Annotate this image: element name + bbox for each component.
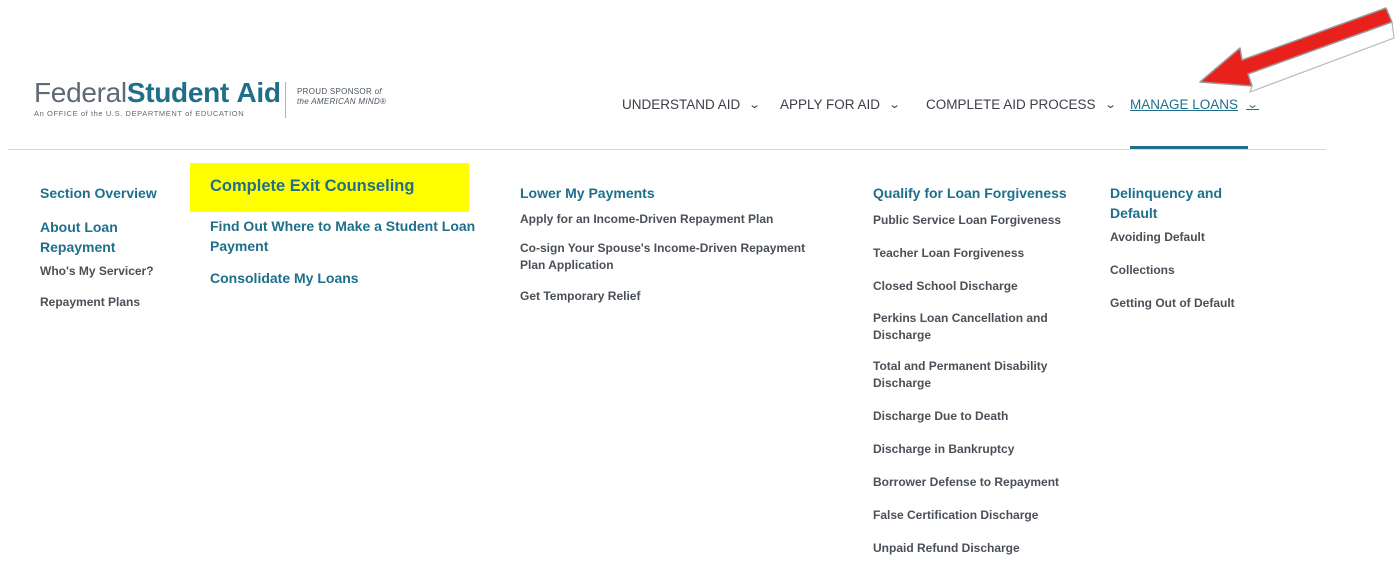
cosign-line2: Plan Application xyxy=(520,258,614,272)
menu-find-where-to-pay[interactable]: Find Out Where to Make a Student Loan Pa… xyxy=(210,216,475,256)
nav-complete-aid-process[interactable]: COMPLETE AID PROCESS ⌄ xyxy=(926,94,1117,114)
tpd-line1: Total and Permanent Disability xyxy=(873,359,1048,373)
payment-line1: Find Out Where to Make a Student Loan xyxy=(210,218,476,234)
sponsor-text: PROUD SPONSOR of the AMERICAN MIND® xyxy=(297,87,386,107)
delinquency-line2: Default xyxy=(1110,205,1158,221)
about-line1: About Loan xyxy=(40,219,118,235)
menu-bankruptcy[interactable]: Discharge in Bankruptcy xyxy=(873,441,1067,458)
menu-col-default: Delinquency and Default Avoiding Default… xyxy=(1110,183,1235,312)
nav-understand-aid[interactable]: UNDERSTAND AID ⌄ xyxy=(622,94,762,114)
logo-wordmark: FederalStudent Aid xyxy=(34,78,281,108)
sponsor-of: of xyxy=(374,87,382,96)
menu-unpaid-refund[interactable]: Unpaid Refund Discharge xyxy=(873,540,1067,557)
menu-whos-my-servicer[interactable]: Who's My Servicer? xyxy=(40,263,157,280)
menu-death-discharge[interactable]: Discharge Due to Death xyxy=(873,408,1067,425)
menu-complete-exit-counseling[interactable]: Complete Exit Counseling xyxy=(210,176,475,196)
menu-getting-out-of-default[interactable]: Getting Out of Default xyxy=(1110,295,1235,312)
logo-aid: Aid xyxy=(236,77,281,108)
sponsor-line2: the AMERICAN MIND® xyxy=(297,97,387,106)
menu-section-overview[interactable]: Section Overview xyxy=(40,183,157,203)
menu-tpd[interactable]: Total and Permanent Disability Discharge xyxy=(873,358,1067,392)
menu-cosign-spouse-idr[interactable]: Co-sign Your Spouse's Income-Driven Repa… xyxy=(520,240,805,274)
menu-perkins[interactable]: Perkins Loan Cancellation and Discharge xyxy=(873,310,1067,344)
perkins-line1: Perkins Loan Cancellation and xyxy=(873,311,1048,325)
menu-col-overview: Section Overview About Loan Repayment Wh… xyxy=(40,183,157,311)
menu-consolidate-loans[interactable]: Consolidate My Loans xyxy=(210,268,475,288)
menu-lower-my-payments[interactable]: Lower My Payments xyxy=(520,183,805,203)
header-divider xyxy=(8,149,1326,150)
menu-false-certification[interactable]: False Certification Discharge xyxy=(873,507,1067,524)
about-line2: Repayment xyxy=(40,239,116,255)
menu-collections[interactable]: Collections xyxy=(1110,262,1235,279)
menu-col-payments: Lower My Payments Apply for an Income-Dr… xyxy=(520,183,805,305)
menu-about-loan-repayment[interactable]: About Loan Repayment xyxy=(40,217,157,257)
sponsor-line1: PROUD SPONSOR xyxy=(297,87,373,96)
nav-apply-label: APPLY FOR AID xyxy=(780,96,881,112)
fsa-logo[interactable]: FederalStudent Aid An OFFICE of the U.S.… xyxy=(34,78,281,119)
menu-avoiding-default[interactable]: Avoiding Default xyxy=(1110,229,1235,246)
menu-borrower-defense[interactable]: Borrower Defense to Repayment xyxy=(873,474,1067,491)
chevron-down-icon: ⌄ xyxy=(748,98,762,111)
menu-col-forgiveness: Qualify for Loan Forgiveness Public Serv… xyxy=(873,183,1067,557)
nav-apply-for-aid[interactable]: APPLY FOR AID ⌄ xyxy=(780,94,902,114)
payment-line2: Payment xyxy=(210,238,269,254)
cosign-line1: Co-sign Your Spouse's Income-Driven Repa… xyxy=(520,241,806,255)
menu-temporary-relief[interactable]: Get Temporary Relief xyxy=(520,288,805,305)
nav-understand-label: UNDERSTAND AID xyxy=(622,96,741,112)
chevron-down-icon: ⌄ xyxy=(888,98,902,111)
logo-student: Student xyxy=(126,77,229,108)
menu-col-exit: Complete Exit Counseling Find Out Where … xyxy=(210,176,475,288)
red-arrow-icon xyxy=(1199,7,1395,94)
logo-federal: Federal xyxy=(34,77,127,108)
chevron-down-icon: ⌄ xyxy=(1103,98,1117,111)
menu-repayment-plans[interactable]: Repayment Plans xyxy=(40,294,157,311)
tpd-line2: Discharge xyxy=(873,376,932,390)
nav-complete-label: COMPLETE AID PROCESS xyxy=(926,96,1096,112)
logo-tagline: An OFFICE of the U.S. DEPARTMENT of EDUC… xyxy=(34,109,245,118)
perkins-line2: Discharge xyxy=(873,328,932,342)
menu-qualify-forgiveness[interactable]: Qualify for Loan Forgiveness xyxy=(873,183,1067,203)
logo-divider xyxy=(285,82,286,118)
menu-delinquency-default[interactable]: Delinquency and Default xyxy=(1110,183,1235,223)
menu-teacher-forgiveness[interactable]: Teacher Loan Forgiveness xyxy=(873,245,1067,262)
delinquency-line1: Delinquency and xyxy=(1110,185,1223,201)
menu-closed-school[interactable]: Closed School Discharge xyxy=(873,278,1067,295)
menu-apply-idr[interactable]: Apply for an Income-Driven Repayment Pla… xyxy=(520,211,805,228)
menu-pslf[interactable]: Public Service Loan Forgiveness xyxy=(873,212,1067,229)
